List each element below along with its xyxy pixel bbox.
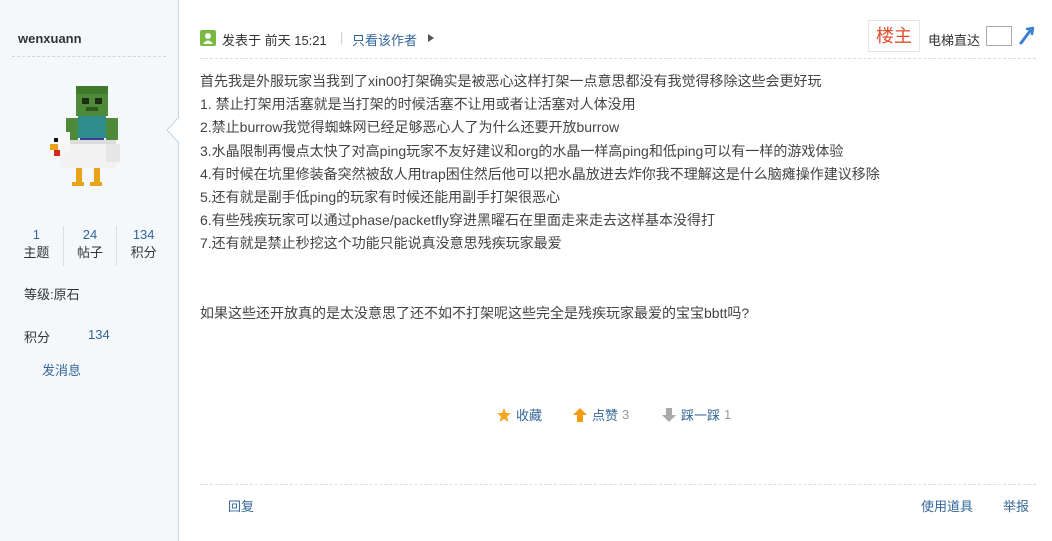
upvote-count: 3	[622, 407, 630, 422]
stat-value[interactable]: 24	[64, 226, 117, 244]
points-value[interactable]: 134	[88, 327, 110, 342]
header-separator: |	[340, 30, 344, 45]
star-icon	[497, 407, 511, 422]
stat-label: 积分	[130, 245, 157, 260]
stat-posts[interactable]: 24 帖子	[64, 226, 118, 266]
stat-label: 主题	[23, 245, 50, 260]
upvote-button[interactable]: 点赞 3	[572, 405, 629, 424]
post-line: 3.水晶限制再慢点太快了对高ping玩家不友好建议和org的水晶一样高ping和…	[200, 142, 844, 159]
downvote-button[interactable]: 踩一踩 1	[661, 405, 731, 424]
post-line: 2.禁止burrow我觉得蜘蛛网已经足够恶心人了为什么还要开放burrow	[200, 119, 620, 136]
sidebar-divider	[12, 56, 166, 57]
downvote-count: 1	[724, 407, 732, 422]
user-online-icon	[200, 30, 216, 46]
view-author-only-link[interactable]: 只看该作者	[352, 30, 417, 49]
callout-arrow	[166, 117, 180, 143]
minecraft-zombie-chicken-jockey-icon	[50, 86, 120, 186]
post-line: 5.还有就是副手低ping的玩家有时候还能用副手打架很恶心	[200, 189, 561, 206]
stat-value[interactable]: 134	[117, 226, 170, 244]
author-points-row: 积分 134	[24, 327, 110, 346]
post-header: 发表于 前天 15:21 | 只看该作者 楼主 电梯直达	[200, 20, 1036, 56]
author-level: 等级:原石	[24, 287, 80, 302]
send-message-link[interactable]: 发消息	[42, 360, 81, 379]
post-timestamp: 发表于 前天 15:21	[222, 33, 327, 48]
avatar[interactable]	[50, 84, 132, 194]
post-line: 6.有些残疾玩家可以通过phase/packetfly穿进黑曜石在里面走来走去这…	[200, 212, 715, 229]
stat-threads[interactable]: 1 主题	[10, 226, 64, 266]
upvote-label: 点赞	[592, 408, 619, 423]
arrow-down-icon	[662, 407, 676, 422]
arrow-up-icon	[573, 407, 587, 422]
use-tool-link[interactable]: 使用道具	[921, 496, 973, 515]
footer-divider	[200, 484, 1036, 485]
jump-go-icon[interactable]	[1018, 26, 1036, 46]
author-name[interactable]: wenxuann	[18, 31, 82, 46]
stat-points[interactable]: 134 积分	[117, 226, 170, 266]
stat-label: 帖子	[77, 245, 104, 260]
favorite-button[interactable]: 收藏	[496, 405, 542, 424]
post-line: 4.有时候在坑里修装备突然被敌人用trap困住然后他可以把水晶放进去炸你我不理解…	[200, 165, 880, 182]
play-arrow-icon	[428, 34, 434, 42]
post-container: wenxuann 1 主题 24 帖子 134 积分 等级:原石 积分 134 …	[0, 0, 1052, 541]
reply-link[interactable]: 回复	[228, 496, 254, 515]
author-stats: 1 主题 24 帖子 134 积分	[10, 226, 170, 266]
jump-to-floor-label: 电梯直达	[928, 33, 981, 48]
author-sidebar: wenxuann 1 主题 24 帖子 134 积分 等级:原石 积分 134 …	[0, 0, 179, 541]
floor-badge: 楼主	[868, 20, 920, 52]
favorite-label: 收藏	[516, 408, 543, 423]
post-closing-line: 如果这些还开放真的是太没意思了还不如不打架呢这些完全是残疾玩家最爱的宝宝bbtt…	[200, 304, 750, 321]
jump-to-floor-input[interactable]	[986, 26, 1012, 46]
post-line: 首先我是外服玩家当我到了xin00打架确实是被恶心这样打架一点意思都没有我觉得移…	[200, 73, 822, 89]
stat-value[interactable]: 1	[10, 226, 63, 244]
header-divider	[200, 58, 1036, 59]
post-line: 7.还有就是禁止秒挖这个功能只能说真没意思残疾玩家最爱	[200, 235, 562, 252]
points-label: 积分	[24, 330, 51, 345]
post-body: 首先我是外服玩家当我到了xin00打架确实是被恶心这样打架一点意思都没有我觉得移…	[200, 70, 1036, 325]
post-line: 1. 禁止打架用活塞就是当打架的时候活塞不让用或者让活塞对人体没用	[200, 96, 636, 113]
downvote-label: 踩一踩	[681, 408, 721, 423]
report-link[interactable]: 举报	[1003, 496, 1029, 515]
